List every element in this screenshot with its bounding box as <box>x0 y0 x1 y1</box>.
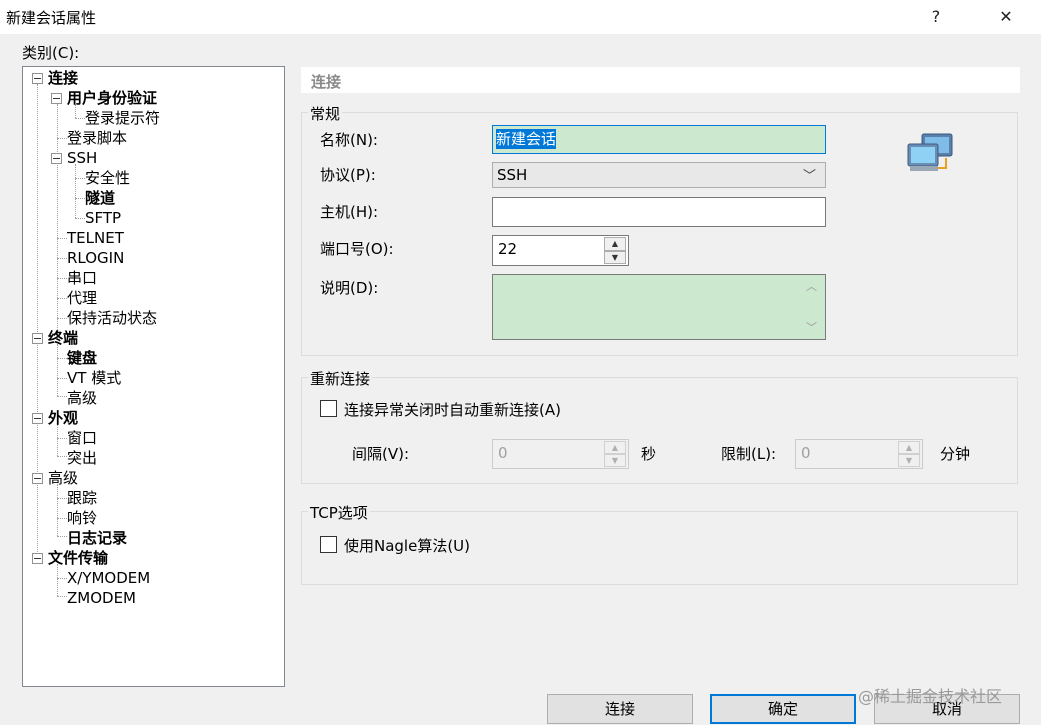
port-label: 端口号(O): <box>320 240 394 258</box>
tree-item-trace[interactable]: 跟踪 <box>67 488 97 508</box>
general-group-title: 常规 <box>308 103 343 124</box>
network-computers-icon <box>907 133 953 171</box>
tree-item-logging[interactable]: 日志记录 <box>67 528 127 548</box>
spin-down-icon[interactable]: ▼ <box>604 251 626 264</box>
tree-item-sftp[interactable]: SFTP <box>85 208 121 228</box>
interval-unit: 秒 <box>641 445 657 463</box>
tree-item-terminal[interactable]: 终端 <box>48 328 78 348</box>
chevron-down-icon: ﹀ <box>803 169 817 184</box>
tree-item-file-transfer[interactable]: 文件传输 <box>48 548 108 568</box>
reconnect-group-title: 重新连接 <box>308 368 373 389</box>
description-label: 说明(D): <box>320 279 379 297</box>
category-tree[interactable]: 连接 用户身份验证 登录提示符 登录脚本 SSH 安全性 隧道 SFTP TEL… <box>22 66 285 687</box>
interval-label: 间隔(V): <box>352 445 410 463</box>
collapse-icon[interactable] <box>32 73 43 84</box>
title-bar: 新建会话属性 ? ✕ <box>0 0 1041 34</box>
name-label: 名称(N): <box>320 131 378 149</box>
tree-item-proxy[interactable]: 代理 <box>67 288 97 308</box>
panel-title: 连接 <box>311 73 342 91</box>
tree-item-security[interactable]: 安全性 <box>85 168 130 188</box>
window-title: 新建会话属性 <box>6 9 97 27</box>
tree-item-rlogin[interactable]: RLOGIN <box>67 248 124 268</box>
watermark: @稀土掘金技术社区 <box>858 687 1003 706</box>
tree-item-connection[interactable]: 连接 <box>48 68 78 88</box>
description-textarea[interactable]: ︿ ﹀ <box>492 274 826 340</box>
help-button[interactable]: ? <box>913 4 959 30</box>
connect-button[interactable]: 连接 <box>547 694 693 724</box>
port-spinner[interactable]: 22 ▲ ▼ <box>492 235 629 266</box>
collapse-icon[interactable] <box>51 153 62 164</box>
interval-spinner[interactable]: 0 ▲ ▼ <box>492 439 629 469</box>
tree-item-bell[interactable]: 响铃 <box>67 508 97 528</box>
protocol-label: 协议(P): <box>320 166 376 184</box>
tree-item-advanced[interactable]: 高级 <box>48 468 78 488</box>
tcp-group-title: TCP选项 <box>308 502 370 523</box>
close-button[interactable]: ✕ <box>983 4 1029 30</box>
collapse-icon[interactable] <box>32 413 43 424</box>
nagle-label[interactable]: 使用Nagle算法(U) <box>344 535 470 556</box>
nagle-checkbox[interactable] <box>320 536 337 553</box>
spin-down-icon[interactable]: ▼ <box>604 454 626 467</box>
limit-value: 0 <box>801 444 811 462</box>
auto-reconnect-label[interactable]: 连接异常关闭时自动重新连接(A) <box>344 399 561 420</box>
tree-item-keyboard[interactable]: 键盘 <box>67 348 97 368</box>
name-field[interactable]: 新建会话 <box>492 125 826 154</box>
interval-value: 0 <box>498 444 508 462</box>
port-value: 22 <box>498 240 518 258</box>
tree-item-login-script[interactable]: 登录脚本 <box>67 128 127 148</box>
scroll-up-icon[interactable]: ︿ <box>806 278 817 294</box>
limit-unit: 分钟 <box>940 445 971 463</box>
host-label: 主机(H): <box>320 203 379 221</box>
collapse-icon[interactable] <box>32 333 43 344</box>
ok-button[interactable]: 确定 <box>710 694 856 724</box>
tree-item-window[interactable]: 窗口 <box>67 428 97 448</box>
category-label: 类别(C): <box>22 44 80 62</box>
tree-item-terminal-advanced[interactable]: 高级 <box>67 388 97 408</box>
tree-item-ssh[interactable]: SSH <box>67 148 97 168</box>
tree-item-highlight[interactable]: 突出 <box>67 448 97 468</box>
limit-spinner[interactable]: 0 ▲ ▼ <box>795 439 923 469</box>
spin-up-icon[interactable]: ▲ <box>604 237 626 251</box>
tree-item-keepalive[interactable]: 保持活动状态 <box>67 308 157 328</box>
spin-down-icon[interactable]: ▼ <box>898 454 920 467</box>
protocol-value: SSH <box>497 166 528 184</box>
spin-up-icon[interactable]: ▲ <box>604 441 626 454</box>
tree-item-zmodem[interactable]: ZMODEM <box>67 588 136 608</box>
collapse-icon[interactable] <box>32 553 43 564</box>
protocol-select[interactable]: SSH ﹀ <box>492 162 826 188</box>
tree-item-tunneling[interactable]: 隧道 <box>85 188 115 208</box>
panel-header: 连接 <box>301 67 1020 93</box>
tree-item-appearance[interactable]: 外观 <box>48 408 78 428</box>
description-scrollbar[interactable]: ︿ ﹀ <box>800 275 825 339</box>
scroll-down-icon[interactable]: ﹀ <box>806 319 817 335</box>
tree-item-vt-modes[interactable]: VT 模式 <box>67 368 121 388</box>
limit-label: 限制(L): <box>721 445 777 463</box>
spin-up-icon[interactable]: ▲ <box>898 441 920 454</box>
tree-item-xymodem[interactable]: X/YMODEM <box>67 568 150 588</box>
tree-item-telnet[interactable]: TELNET <box>67 228 124 248</box>
auto-reconnect-checkbox[interactable] <box>320 400 337 417</box>
tree-item-auth[interactable]: 用户身份验证 <box>67 88 157 108</box>
host-input[interactable] <box>492 197 826 227</box>
collapse-icon[interactable] <box>51 93 62 104</box>
tree-item-login-prompts[interactable]: 登录提示符 <box>85 108 160 128</box>
collapse-icon[interactable] <box>32 473 43 484</box>
tree-item-serial[interactable]: 串口 <box>67 268 97 288</box>
name-field-value: 新建会话 <box>496 129 557 149</box>
